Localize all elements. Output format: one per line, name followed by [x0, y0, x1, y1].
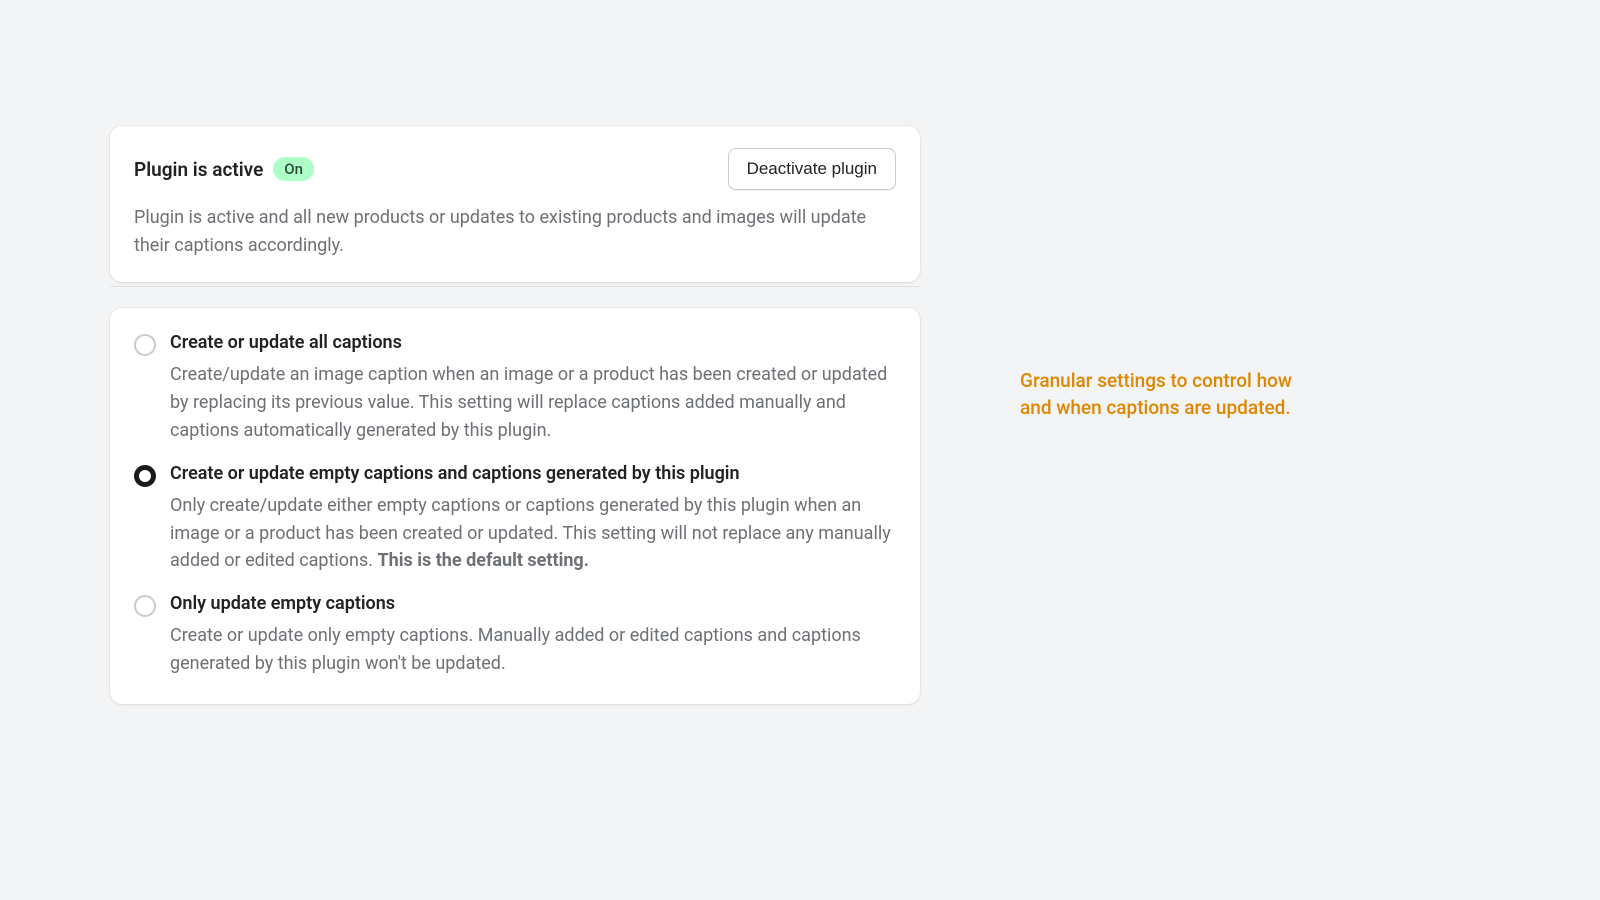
deactivate-plugin-button[interactable]: Deactivate plugin [728, 148, 896, 190]
option-title[interactable]: Only update empty captions [170, 593, 896, 614]
option-body: Only update empty captions Create or upd… [170, 593, 896, 678]
option-description: Create or update only empty captions. Ma… [170, 622, 896, 678]
option-description: Create/update an image caption when an i… [170, 361, 896, 445]
option-desc-text: Create/update an image caption when an i… [170, 364, 887, 441]
option-body: Create or update empty captions and capt… [170, 463, 896, 576]
option-all-captions: Create or update all captions Create/upd… [134, 332, 896, 445]
caption-options-card: Create or update all captions Create/upd… [110, 308, 920, 704]
option-title[interactable]: Create or update empty captions and capt… [170, 463, 896, 484]
radio-only-empty[interactable] [134, 595, 156, 617]
status-left: Plugin is active On [134, 157, 314, 181]
option-body: Create or update all captions Create/upd… [170, 332, 896, 445]
status-header: Plugin is active On Deactivate plugin [134, 148, 896, 190]
plugin-status-card: Plugin is active On Deactivate plugin Pl… [110, 126, 920, 282]
option-empty-and-generated: Create or update empty captions and capt… [134, 463, 896, 576]
radio-empty-and-generated[interactable] [134, 465, 156, 487]
status-badge: On [273, 157, 314, 181]
marketing-annotation: Granular settings to control how and whe… [1020, 368, 1320, 421]
status-title: Plugin is active [134, 158, 263, 181]
option-desc-text: Create or update only empty captions. Ma… [170, 625, 861, 674]
option-description: Only create/update either empty captions… [170, 492, 896, 576]
option-title[interactable]: Create or update all captions [170, 332, 896, 353]
status-description: Plugin is active and all new products or… [134, 204, 896, 260]
option-only-empty: Only update empty captions Create or upd… [134, 593, 896, 678]
option-desc-emphasis: This is the default setting. [378, 550, 589, 571]
section-divider [110, 286, 920, 287]
radio-all-captions[interactable] [134, 334, 156, 356]
